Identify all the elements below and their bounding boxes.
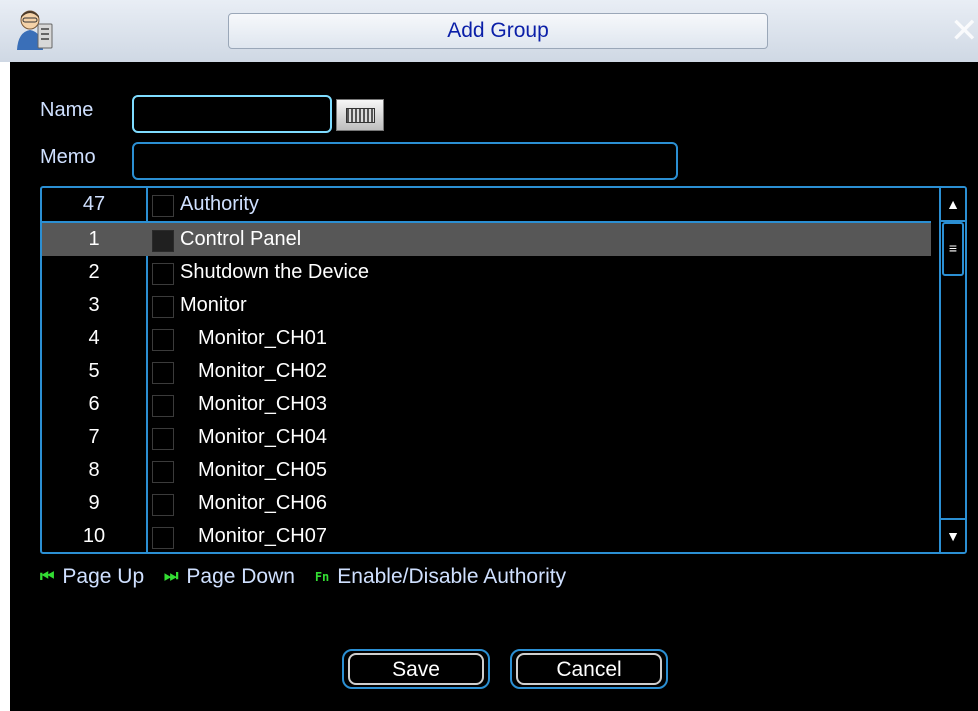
row-number: 4 [88, 327, 100, 349]
keyboard-icon[interactable] [336, 99, 384, 131]
cancel-button-label: Cancel [516, 653, 662, 685]
dialog-content: Name Memo 47 Authority 1 Control Panel 2… [10, 62, 978, 711]
page-down-icon: ⏭ [163, 568, 179, 586]
row-checkbox[interactable] [152, 329, 174, 351]
row-number: 2 [88, 261, 100, 283]
table-row[interactable]: 2 Shutdown the Device [42, 256, 931, 289]
page-up-icon: ⏮ [40, 568, 55, 586]
row-label: Monitor_CH03 [198, 393, 327, 415]
table-row[interactable]: 1 Control Panel [42, 223, 931, 256]
row-checkbox[interactable] [152, 263, 174, 285]
page-up-hint: Page Up [62, 565, 145, 589]
row-number: 7 [88, 426, 100, 448]
select-all-checkbox[interactable] [152, 195, 174, 217]
close-icon[interactable]: ✕ [950, 12, 978, 50]
scroll-up-arrow-icon[interactable]: ▲ [941, 188, 965, 222]
title-bar: Add Group ✕ [0, 0, 978, 62]
table-scrollbar[interactable]: ▲ ≡ ▼ [939, 188, 965, 552]
table-row[interactable]: 10 Monitor_CH07 [42, 520, 931, 552]
row-label: Control Panel [180, 228, 302, 250]
table-row[interactable]: 8 Monitor_CH05 [42, 454, 931, 487]
authority-table: 47 Authority 1 Control Panel 2 Shutdown … [40, 186, 967, 554]
row-checkbox[interactable] [152, 494, 174, 516]
cancel-button[interactable]: Cancel [510, 649, 668, 689]
row-label: Monitor_CH01 [198, 327, 327, 349]
row-checkbox[interactable] [152, 428, 174, 450]
table-header: 47 Authority [42, 188, 931, 223]
table-row[interactable]: 7 Monitor_CH04 [42, 421, 931, 454]
name-label: Name [40, 99, 94, 121]
row-checkbox[interactable] [152, 362, 174, 384]
row-number: 6 [88, 393, 100, 415]
page-down-hint: Page Down [186, 565, 295, 589]
authority-count: 47 [82, 193, 106, 215]
add-group-dialog: Add Group ✕ Name Memo 47 Authority 1 Con… [0, 0, 978, 711]
row-label: Monitor_CH02 [198, 360, 327, 382]
table-row[interactable]: 4 Monitor_CH01 [42, 322, 931, 355]
user-group-icon [17, 10, 53, 50]
scroll-down-arrow-icon[interactable]: ▼ [941, 518, 965, 552]
row-checkbox[interactable] [152, 527, 174, 549]
row-label: Shutdown the Device [180, 261, 370, 283]
enable-disable-hint: Enable/Disable Authority [337, 565, 567, 589]
key-hints: ⏮ Page Up ⏭ Page Down Fn Enable/Disable Aut… [40, 565, 580, 595]
save-button-label: Save [348, 653, 484, 685]
row-number: 1 [88, 228, 100, 250]
row-checkbox[interactable] [152, 296, 174, 318]
table-row[interactable]: 3 Monitor [42, 289, 931, 322]
row-label: Monitor_CH05 [198, 459, 327, 481]
row-label: Monitor_CH06 [198, 492, 327, 514]
table-row[interactable]: 9 Monitor_CH06 [42, 487, 931, 520]
table-row[interactable]: 5 Monitor_CH02 [42, 355, 931, 388]
row-checkbox[interactable] [152, 230, 174, 252]
fn-key-icon: Fn [314, 570, 330, 585]
window-title: Add Group [228, 13, 768, 49]
save-button[interactable]: Save [342, 649, 490, 689]
scroll-thumb[interactable]: ≡ [942, 222, 964, 276]
row-number: 9 [88, 492, 100, 514]
row-number: 10 [82, 525, 106, 547]
row-checkbox[interactable] [152, 461, 174, 483]
name-input[interactable] [132, 95, 332, 133]
row-label: Monitor_CH04 [198, 426, 327, 448]
table-row[interactable]: 6 Monitor_CH03 [42, 388, 931, 421]
memo-label: Memo [40, 146, 96, 168]
row-number: 5 [88, 360, 100, 382]
row-checkbox[interactable] [152, 395, 174, 417]
memo-input[interactable] [132, 142, 678, 180]
row-label: Monitor_CH07 [198, 525, 327, 547]
row-label: Monitor [180, 294, 247, 316]
row-number: 8 [88, 459, 100, 481]
row-number: 3 [88, 294, 100, 316]
authority-header-label: Authority [180, 193, 259, 215]
